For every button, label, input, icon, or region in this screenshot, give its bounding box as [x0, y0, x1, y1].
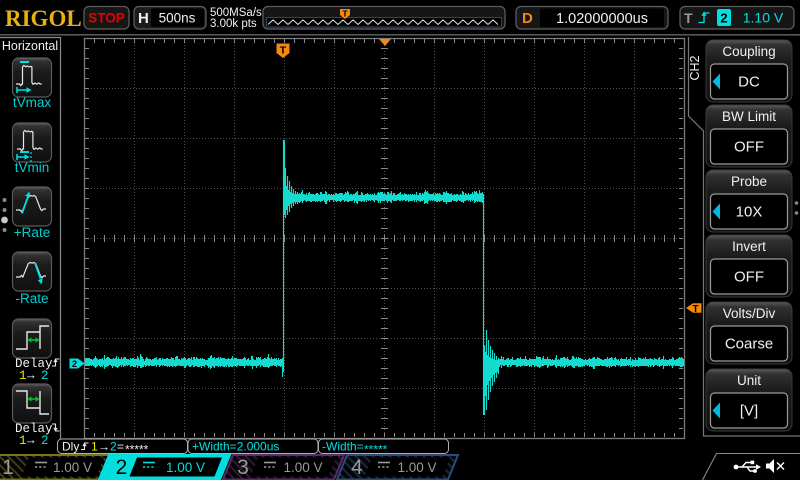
svg-text:[V]: [V] [740, 403, 758, 420]
svg-text:→: → [27, 434, 35, 448]
svg-text:1: 1 [91, 440, 98, 454]
svg-text:OFF: OFF [734, 139, 764, 156]
svg-text:CH2: CH2 [688, 55, 702, 80]
svg-text:4: 4 [351, 456, 363, 479]
svg-text:tVmax: tVmax [13, 95, 52, 110]
svg-text:1: 1 [19, 369, 27, 383]
svg-text:OFF: OFF [734, 269, 764, 286]
svg-text:T: T [280, 45, 287, 57]
svg-text:→: → [98, 440, 110, 454]
svg-text:Probe: Probe [731, 174, 767, 189]
svg-text:Volts/Div: Volts/Div [723, 306, 776, 321]
svg-text:D: D [522, 10, 533, 27]
svg-text:500ns: 500ns [159, 11, 196, 26]
svg-text:H: H [138, 10, 149, 27]
svg-text:T: T [692, 304, 698, 315]
svg-text:-Rate: -Rate [15, 291, 48, 306]
svg-text:STOP: STOP [88, 11, 125, 26]
svg-text:1.02000000us: 1.02000000us [556, 11, 648, 27]
svg-text:+Rate: +Rate [14, 225, 50, 240]
svg-text:10X: 10X [736, 204, 763, 221]
svg-text:2: 2 [41, 369, 49, 383]
svg-text:Horizontal: Horizontal [2, 39, 58, 53]
svg-text:1.00 V: 1.00 V [166, 460, 205, 475]
svg-text:1.00 V: 1.00 V [53, 460, 92, 475]
svg-text:Invert: Invert [732, 239, 766, 254]
svg-text:Coarse: Coarse [725, 336, 773, 353]
svg-text:+Width=2.000us: +Width=2.000us [192, 440, 279, 454]
svg-text:=: = [117, 440, 124, 454]
svg-text:Unit: Unit [737, 373, 761, 388]
svg-text:2: 2 [72, 359, 77, 370]
svg-text:2: 2 [720, 11, 727, 26]
svg-text:RIGOL: RIGOL [5, 6, 82, 31]
svg-text:3: 3 [237, 456, 249, 479]
svg-text:T: T [342, 9, 348, 19]
svg-text:tVmin: tVmin [15, 160, 50, 175]
svg-text:1.00 V: 1.00 V [283, 460, 322, 475]
svg-text:→: → [27, 369, 35, 383]
svg-text:DC: DC [738, 74, 760, 91]
svg-text:2: 2 [41, 434, 49, 448]
svg-text:Coupling: Coupling [722, 44, 775, 59]
svg-text:1: 1 [2, 456, 14, 479]
svg-text:2: 2 [116, 456, 128, 479]
svg-text:3.00k pts: 3.00k pts [210, 18, 257, 30]
svg-text:Dly: Dly [62, 440, 79, 454]
svg-text:2: 2 [110, 440, 117, 454]
svg-text:BW Limit: BW Limit [722, 109, 776, 124]
svg-text:1: 1 [19, 434, 27, 448]
svg-text:1.10 V: 1.10 V [743, 10, 784, 26]
svg-text:1.00 V: 1.00 V [397, 460, 436, 475]
svg-text:T: T [684, 10, 693, 26]
svg-text:-Width=: -Width= [322, 440, 364, 454]
